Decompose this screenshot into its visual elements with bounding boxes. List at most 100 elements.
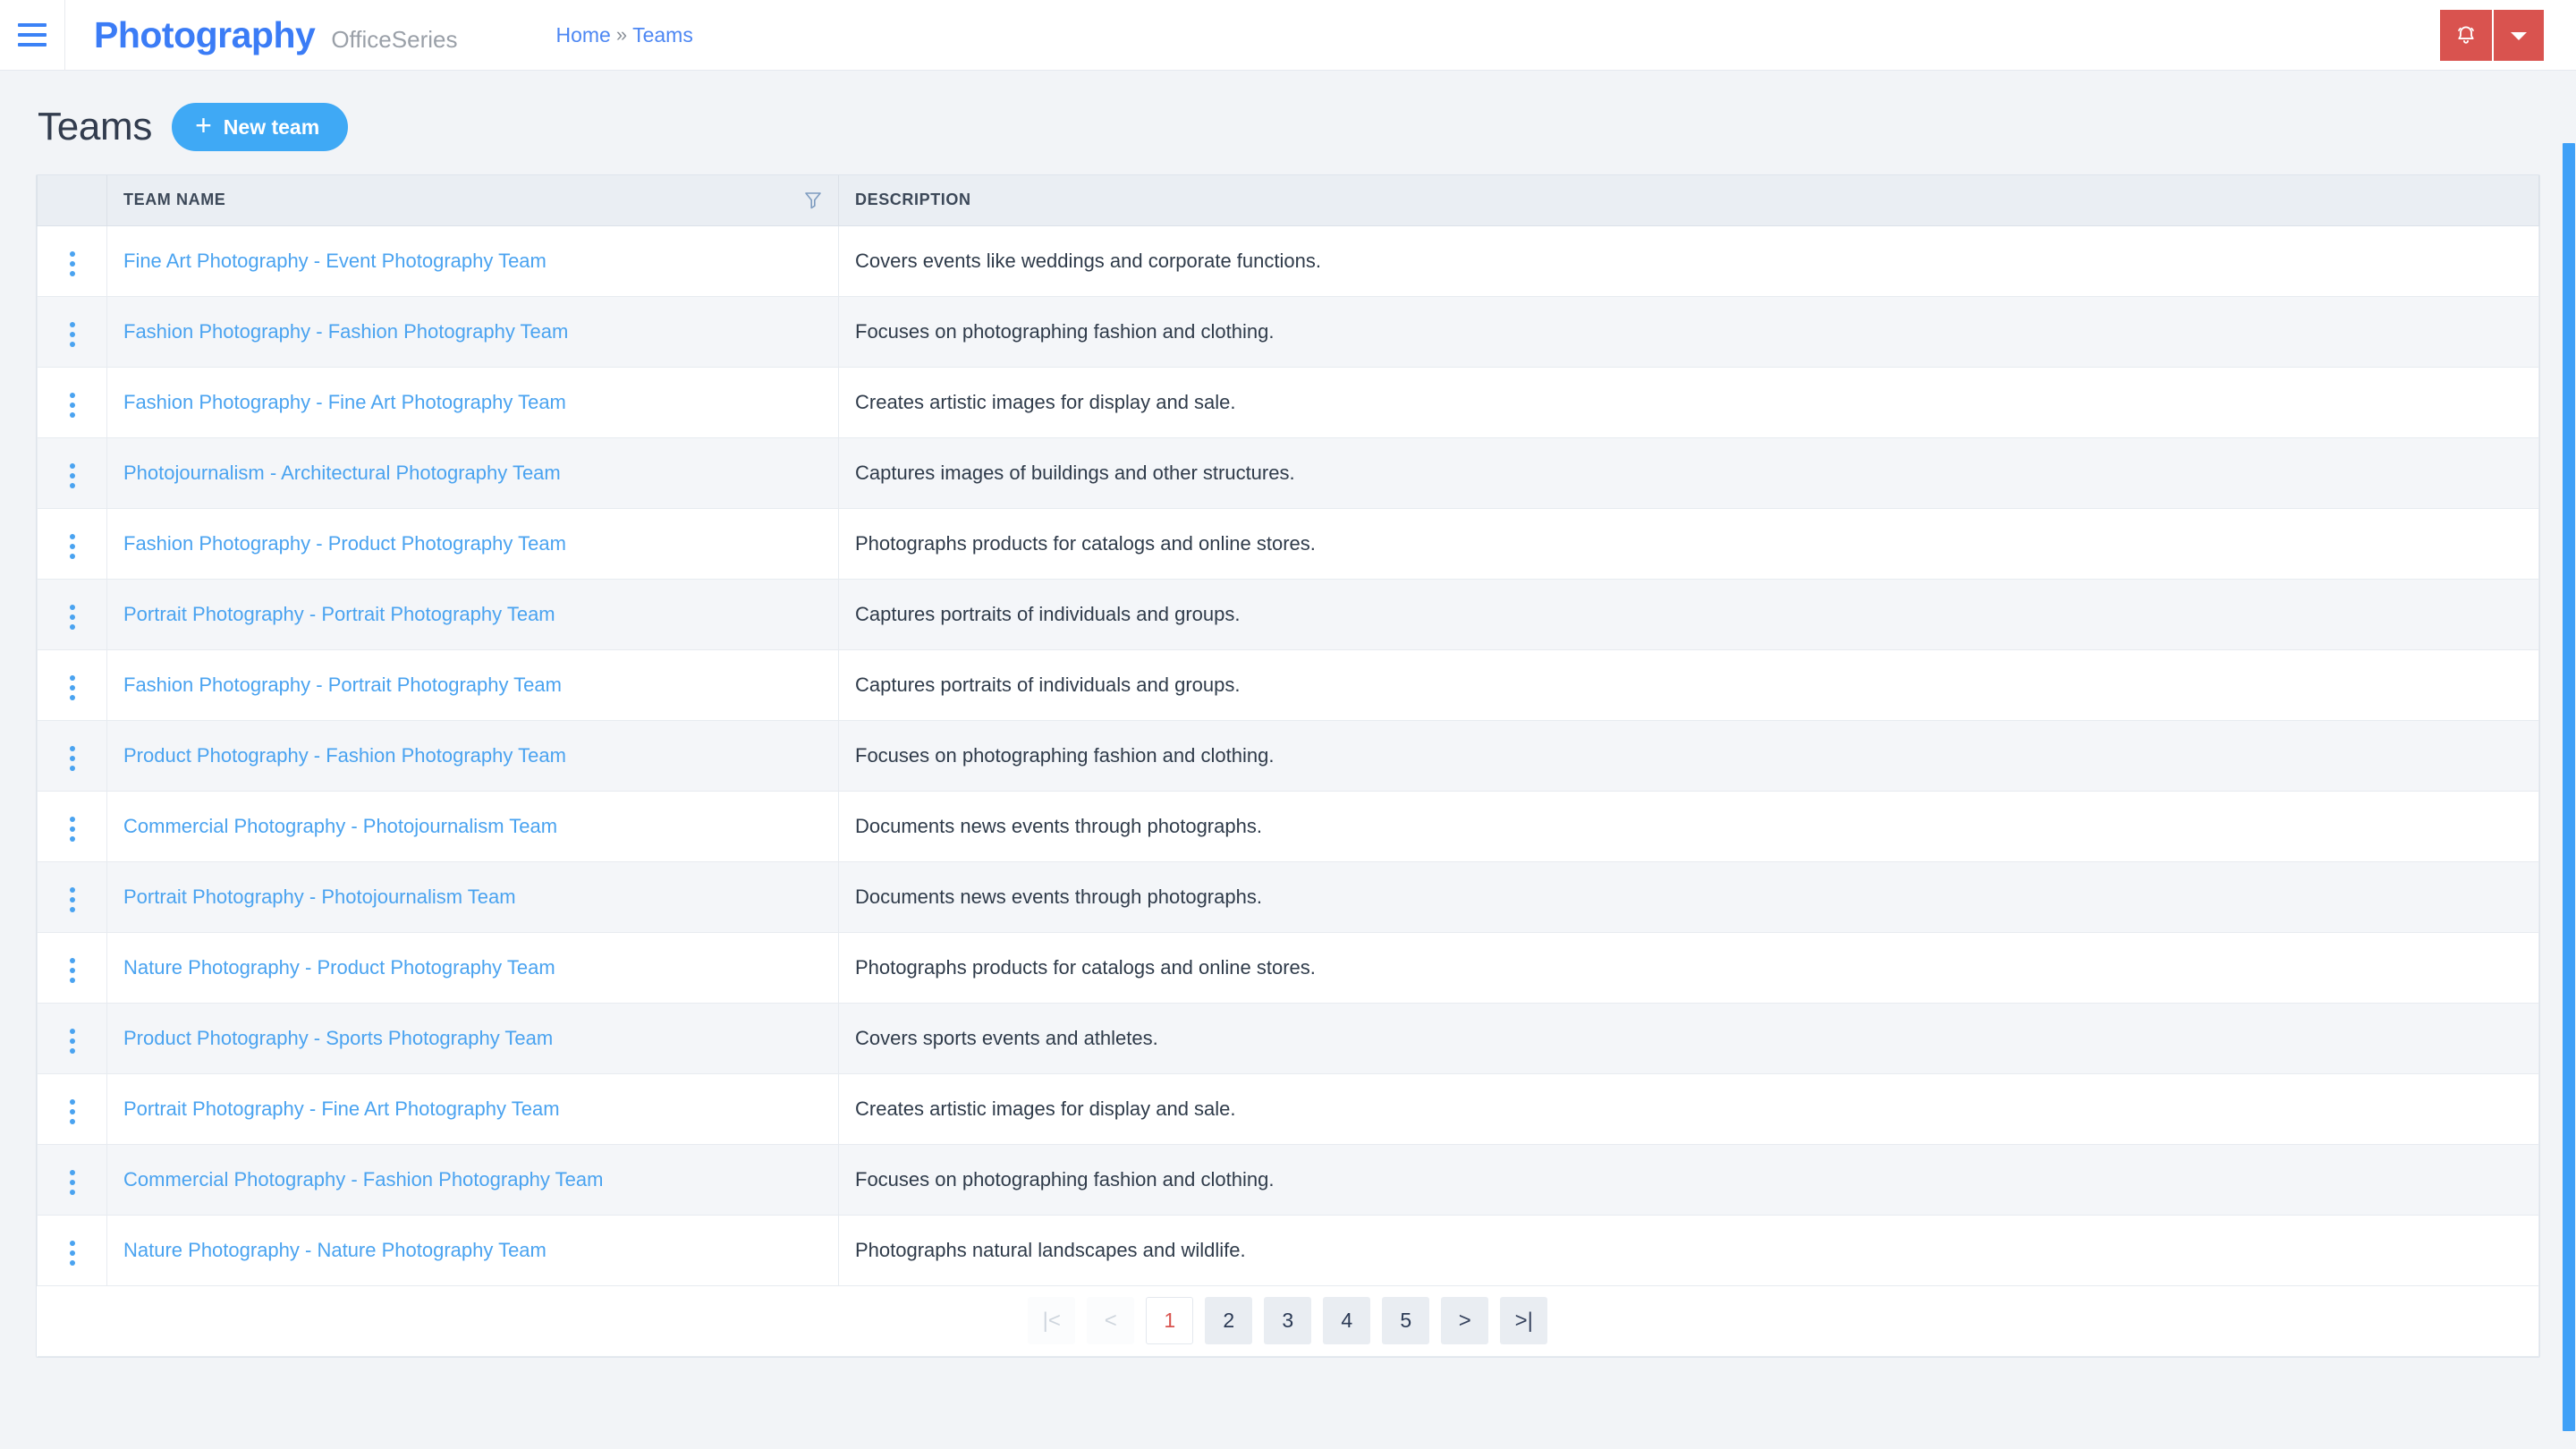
team-name-link[interactable]: Fashion Photography - Fashion Photograph… — [123, 320, 568, 343]
dot — [69, 614, 75, 620]
row-menu-cell — [37, 1215, 107, 1286]
cell-team-name: Fashion Photography - Product Photograph… — [106, 508, 839, 580]
column-header-team-name-label: TEAM NAME — [123, 191, 226, 209]
page-scrollbar-track[interactable] — [2562, 72, 2576, 1449]
cell-team-name: Fine Art Photography - Event Photography… — [106, 225, 839, 297]
cell-description: Covers events like weddings and corporat… — [838, 225, 2539, 297]
dot — [69, 906, 75, 912]
vertical-dots-icon[interactable] — [57, 244, 88, 284]
cell-description: Documents news events through photograph… — [838, 791, 2539, 862]
team-name-link[interactable]: Portrait Photography - Photojournalism T… — [123, 886, 516, 908]
cell-description: Captures portraits of individuals and gr… — [838, 649, 2539, 721]
filter-funnel-icon[interactable] — [804, 191, 822, 210]
new-team-button[interactable]: + New team — [172, 103, 349, 151]
column-header-description[interactable]: DESCRIPTION — [838, 175, 2539, 226]
table-header-row: TEAM NAME DESCRIPTION — [37, 175, 2539, 226]
vertical-dots-icon[interactable] — [57, 1163, 88, 1202]
vertical-dots-icon[interactable] — [57, 527, 88, 566]
team-name-link[interactable]: Portrait Photography - Portrait Photogra… — [123, 603, 555, 625]
table-body: Fine Art Photography - Event Photography… — [37, 225, 2539, 1286]
vertical-dots-icon[interactable] — [57, 456, 88, 496]
brand-title: Photography — [94, 13, 316, 55]
vertical-dots-icon[interactable] — [57, 951, 88, 990]
pagination-page-3[interactable]: 3 — [1264, 1297, 1312, 1344]
dot — [69, 826, 75, 832]
cell-team-name: Photojournalism - Architectural Photogra… — [106, 437, 839, 509]
dot — [69, 1169, 75, 1175]
caret-down-icon — [2511, 31, 2527, 40]
team-name-link[interactable]: Fashion Photography - Portrait Photograp… — [123, 674, 562, 696]
team-name-link[interactable]: Product Photography - Fashion Photograph… — [123, 744, 566, 767]
pagination-page-5[interactable]: 5 — [1382, 1297, 1430, 1344]
cell-team-name: Nature Photography - Product Photography… — [106, 932, 839, 1004]
dot — [69, 1250, 75, 1256]
dot — [69, 553, 75, 559]
dot — [69, 694, 75, 700]
team-name-link[interactable]: Fine Art Photography - Event Photography… — [123, 250, 547, 272]
dot — [69, 1118, 75, 1124]
cell-description: Documents news events through photograph… — [838, 861, 2539, 933]
vertical-dots-icon[interactable] — [57, 597, 88, 637]
team-name-link[interactable]: Fashion Photography - Fine Art Photograp… — [123, 391, 566, 413]
page-scrollbar-thumb[interactable] — [2563, 143, 2575, 1431]
plus-icon: + — [195, 109, 212, 141]
team-name-link[interactable]: Commercial Photography - Photojournalism… — [123, 815, 557, 837]
dot — [69, 957, 75, 963]
pagination-last-button[interactable]: >| — [1500, 1297, 1548, 1344]
table-row: Fashion Photography - Portrait Photograp… — [37, 649, 2539, 721]
team-name-link[interactable]: Product Photography - Sports Photography… — [123, 1027, 553, 1049]
breadcrumb-home-link[interactable]: Home — [555, 23, 610, 47]
cell-description: Focuses on photographing fashion and clo… — [838, 720, 2539, 792]
notification-bell-button[interactable] — [2440, 10, 2494, 61]
pagination-page-1[interactable]: 1 — [1146, 1297, 1194, 1344]
pagination-page-4[interactable]: 4 — [1323, 1297, 1371, 1344]
cell-team-name: Portrait Photography - Portrait Photogra… — [106, 579, 839, 650]
dot — [69, 745, 75, 751]
notification-dropdown-button[interactable] — [2494, 10, 2544, 61]
team-name-link[interactable]: Portrait Photography - Fine Art Photogra… — [123, 1097, 560, 1120]
table-row: Portrait Photography - Portrait Photogra… — [37, 579, 2539, 650]
team-name-link[interactable]: Photojournalism - Architectural Photogra… — [123, 462, 561, 484]
cell-description: Focuses on photographing fashion and clo… — [838, 296, 2539, 368]
row-menu-cell — [37, 579, 107, 650]
table-row: Commercial Photography - Photojournalism… — [37, 791, 2539, 862]
vertical-dots-icon[interactable] — [57, 880, 88, 919]
row-menu-cell — [37, 649, 107, 721]
team-name-link[interactable]: Nature Photography - Product Photography… — [123, 956, 555, 979]
vertical-dots-icon[interactable] — [57, 1021, 88, 1061]
dot — [69, 392, 75, 398]
vertical-dots-icon[interactable] — [57, 1233, 88, 1273]
vertical-dots-icon[interactable] — [57, 668, 88, 708]
dot — [69, 260, 75, 267]
cell-team-name: Fashion Photography - Portrait Photograp… — [106, 649, 839, 721]
cell-description: Photographs products for catalogs and on… — [838, 932, 2539, 1004]
dot — [69, 341, 75, 347]
team-name-link[interactable]: Nature Photography - Nature Photography … — [123, 1239, 547, 1261]
table-row: Nature Photography - Product Photography… — [37, 932, 2539, 1004]
vertical-dots-icon[interactable] — [57, 1092, 88, 1131]
row-menu-cell — [37, 932, 107, 1004]
team-name-link[interactable]: Fashion Photography - Product Photograph… — [123, 532, 566, 555]
vertical-dots-icon[interactable] — [57, 739, 88, 778]
dot — [69, 684, 75, 691]
vertical-dots-icon[interactable] — [57, 315, 88, 354]
pagination-prev-button: < — [1087, 1297, 1135, 1344]
page-content: Teams + New team TEAM NAME DESCRIPTION F… — [0, 71, 2576, 1429]
team-name-link[interactable]: Commercial Photography - Fashion Photogr… — [123, 1168, 603, 1191]
dot — [69, 331, 75, 337]
vertical-dots-icon[interactable] — [57, 809, 88, 849]
page-footer-space — [36, 1358, 2540, 1429]
dot — [69, 533, 75, 539]
pagination-page-2[interactable]: 2 — [1205, 1297, 1253, 1344]
column-header-team-name[interactable]: TEAM NAME — [106, 175, 839, 226]
dot — [69, 411, 75, 418]
pagination-next-button[interactable]: > — [1441, 1297, 1489, 1344]
bell-icon — [2458, 26, 2474, 44]
hamburger-menu-icon[interactable] — [0, 0, 64, 71]
cell-description: Creates artistic images for display and … — [838, 1073, 2539, 1145]
cell-team-name: Portrait Photography - Fine Art Photogra… — [106, 1073, 839, 1145]
breadcrumb-current-link[interactable]: Teams — [632, 23, 693, 47]
vertical-dots-icon[interactable] — [57, 386, 88, 425]
cell-team-name: Commercial Photography - Photojournalism… — [106, 791, 839, 862]
row-menu-cell — [37, 1073, 107, 1145]
